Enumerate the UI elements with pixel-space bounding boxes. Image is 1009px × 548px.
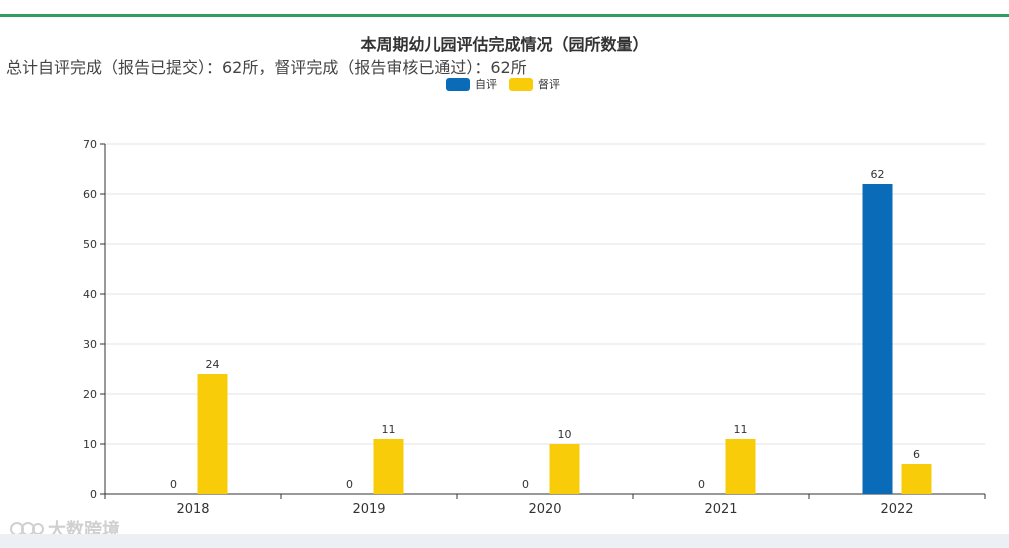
y-tick-label: 70 [83,138,97,151]
bottom-strip [0,534,1009,548]
y-tick-label: 30 [83,338,97,351]
y-tick-label: 40 [83,288,97,301]
bar [862,184,893,494]
data-label: 10 [558,428,572,441]
data-label: 0 [170,478,177,491]
bar [549,444,580,494]
data-label: 0 [698,478,705,491]
y-tick-label: 20 [83,388,97,401]
y-tick-label: 60 [83,188,97,201]
bar [725,439,756,494]
data-label: 6 [913,448,920,461]
y-tick-label: 10 [83,438,97,451]
data-label: 11 [734,423,748,436]
data-label: 24 [206,358,220,371]
data-label: 62 [871,168,885,181]
data-label: 0 [522,478,529,491]
x-tick-label: 2021 [704,502,737,517]
y-tick-label: 50 [83,238,97,251]
y-tick-label: 0 [90,488,97,501]
bar [901,464,932,494]
bar [373,439,404,494]
x-tick-label: 2022 [880,502,913,517]
x-tick-label: 2020 [528,502,561,517]
bar [197,374,228,494]
data-label: 0 [346,478,353,491]
x-tick-label: 2018 [176,502,209,517]
x-tick-label: 2019 [352,502,385,517]
bar-chart: 0102030405060702018024201901120200102021… [83,138,986,517]
data-label: 11 [382,423,396,436]
